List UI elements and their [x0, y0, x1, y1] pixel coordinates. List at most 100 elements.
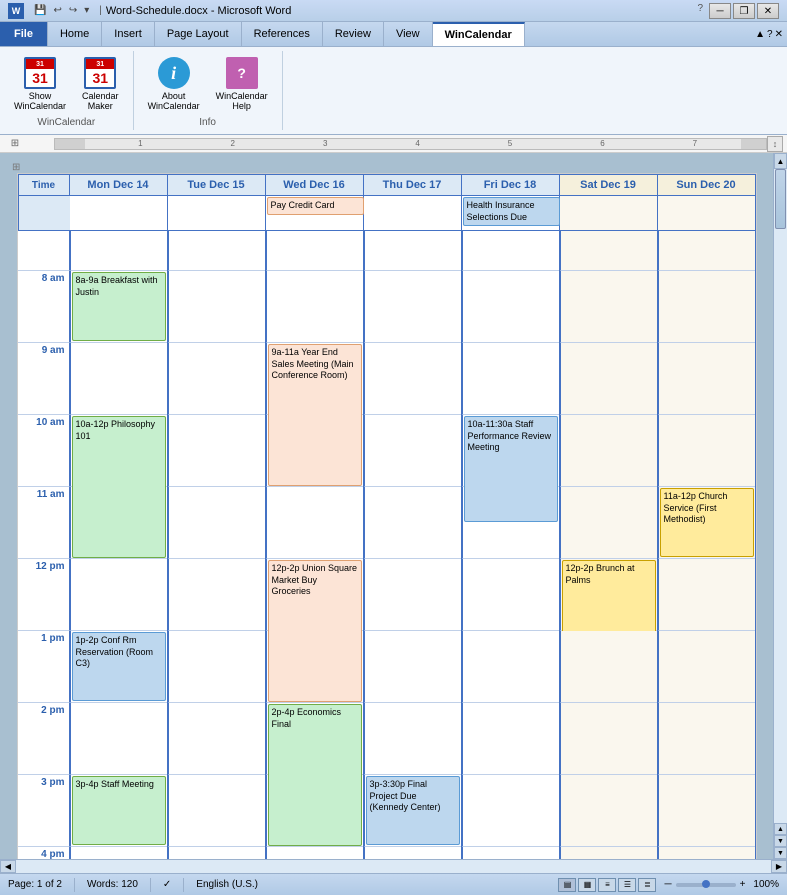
event-breakfast-justin[interactable]: 8a-9a Breakfast with Justin: [72, 272, 166, 341]
help-icon[interactable]: ?: [693, 3, 707, 19]
mon-row-10am[interactable]: 10a-12p Philosophy 101: [70, 415, 167, 487]
ribbon-help-btn[interactable]: ▲: [755, 29, 765, 40]
fri-row-9am[interactable]: [462, 343, 559, 415]
scroll-prev-btn[interactable]: ▲: [774, 823, 787, 835]
event-final-project[interactable]: 3p-3:30p Final Project Due (Kennedy Cent…: [366, 776, 460, 845]
wed-row-11am[interactable]: [266, 487, 363, 559]
mon-row-11am[interactable]: [70, 487, 167, 559]
fri-row-3pm[interactable]: [462, 775, 559, 847]
wed-row-3pm[interactable]: [266, 775, 363, 847]
wed-row-4pm[interactable]: [266, 847, 363, 859]
sat-row-10am[interactable]: [560, 415, 657, 487]
ruler-corner[interactable]: ↕: [767, 136, 783, 152]
sat-row-12pm[interactable]: 12p-2p Brunch at Palms: [560, 559, 657, 631]
ribbon-close-btn[interactable]: ✕: [775, 29, 783, 40]
tab-page-layout[interactable]: Page Layout: [155, 22, 242, 46]
thu-row-8am[interactable]: [364, 271, 461, 343]
scroll-thumb[interactable]: [775, 169, 786, 229]
mon-row-12pm[interactable]: [70, 559, 167, 631]
fri-row-12pm[interactable]: [462, 559, 559, 631]
sat-row-8am[interactable]: [560, 271, 657, 343]
mon-row-1pm[interactable]: 1p-2p Conf Rm Reservation (Room C3): [70, 631, 167, 703]
wed-row-1pm[interactable]: [266, 631, 363, 703]
mon-row-3pm[interactable]: 3p-4p Staff Meeting: [70, 775, 167, 847]
fri-row-10am[interactable]: 10a-11:30a Staff Performance Review Meet…: [462, 415, 559, 487]
scroll-track[interactable]: [774, 169, 787, 823]
mon-row-9am[interactable]: [70, 343, 167, 415]
undo-qa-btn[interactable]: ↩: [51, 4, 63, 17]
thu-row-2pm[interactable]: [364, 703, 461, 775]
sun-row-8am[interactable]: [658, 271, 755, 343]
thu-row-top[interactable]: [364, 231, 461, 271]
sun-row-3pm[interactable]: [658, 775, 755, 847]
minimize-button[interactable]: ─: [709, 3, 731, 19]
wed-row-8am[interactable]: [266, 271, 363, 343]
sun-row-11am[interactable]: 11a-12p Church Service (First Methodist): [658, 487, 755, 559]
restore-button[interactable]: ❐: [733, 3, 755, 19]
event-church-service[interactable]: 11a-12p Church Service (First Methodist): [660, 488, 754, 557]
mon-row-4pm[interactable]: [70, 847, 167, 859]
scroll-next-btn[interactable]: ▼: [774, 835, 787, 847]
wed-row-2pm[interactable]: 2p-4p Economics Final: [266, 703, 363, 775]
sun-row-9am[interactable]: [658, 343, 755, 415]
event-conf-rm[interactable]: 1p-2p Conf Rm Reservation (Room C3): [72, 632, 166, 701]
fri-row-top[interactable]: [462, 231, 559, 271]
event-health-insurance[interactable]: Health Insurance Selections Due: [463, 197, 560, 226]
tue-row-9am[interactable]: [168, 343, 265, 415]
sat-row-9am[interactable]: [560, 343, 657, 415]
fri-row-11am[interactable]: [462, 487, 559, 559]
customize-qa-btn[interactable]: ▾: [82, 4, 91, 17]
horizontal-scrollbar[interactable]: ◀ ▶: [0, 859, 787, 873]
ruler-icon[interactable]: ⊞: [4, 138, 26, 149]
calendar-maker-button[interactable]: 31 31 CalendarMaker: [76, 55, 125, 113]
sun-row-2pm[interactable]: [658, 703, 755, 775]
scroll-up-arrow[interactable]: ▲: [774, 153, 787, 169]
mon-row-top[interactable]: [70, 231, 167, 271]
scroll-right-arrow[interactable]: ▶: [771, 860, 787, 873]
sun-row-1pm[interactable]: [658, 631, 755, 703]
thu-row-12pm[interactable]: [364, 559, 461, 631]
tue-row-8am[interactable]: [168, 271, 265, 343]
redo-qa-btn[interactable]: ↪: [67, 4, 79, 17]
sun-row-4pm[interactable]: [658, 847, 755, 859]
tue-row-11am[interactable]: [168, 487, 265, 559]
thu-row-10am[interactable]: [364, 415, 461, 487]
sat-row-4pm[interactable]: [560, 847, 657, 859]
tue-row-4pm[interactable]: [168, 847, 265, 859]
thu-row-4pm[interactable]: [364, 847, 461, 859]
wed-row-top[interactable]: [266, 231, 363, 271]
tue-row-3pm[interactable]: [168, 775, 265, 847]
scroll-left-arrow[interactable]: ◀: [0, 860, 16, 873]
fri-row-1pm[interactable]: [462, 631, 559, 703]
fri-row-2pm[interactable]: [462, 703, 559, 775]
tue-row-10am[interactable]: [168, 415, 265, 487]
fri-row-8am[interactable]: [462, 271, 559, 343]
tab-view[interactable]: View: [384, 22, 433, 46]
wed-row-9am[interactable]: 9a-11a Year End Sales Meeting (Main Conf…: [266, 343, 363, 415]
thu-row-11am[interactable]: [364, 487, 461, 559]
scroll-down-arrow[interactable]: ▼: [774, 847, 787, 859]
tue-row-top[interactable]: [168, 231, 265, 271]
save-qa-btn[interactable]: 💾: [32, 4, 48, 17]
tab-insert[interactable]: Insert: [102, 22, 155, 46]
thu-row-9am[interactable]: [364, 343, 461, 415]
tue-row-2pm[interactable]: [168, 703, 265, 775]
event-pay-credit-card[interactable]: Pay Credit Card: [267, 197, 364, 215]
close-button[interactable]: ✕: [757, 3, 779, 19]
sun-row-10am[interactable]: [658, 415, 755, 487]
tab-wincalendar[interactable]: WinCalendar: [433, 22, 525, 46]
about-wincalendar-button[interactable]: i AboutWinCalendar: [142, 55, 206, 113]
tue-row-12pm[interactable]: [168, 559, 265, 631]
tue-row-1pm[interactable]: [168, 631, 265, 703]
sat-row-2pm[interactable]: [560, 703, 657, 775]
event-staff-meeting[interactable]: 3p-4p Staff Meeting: [72, 776, 166, 845]
sat-row-3pm[interactable]: [560, 775, 657, 847]
tab-home[interactable]: Home: [48, 22, 102, 46]
sat-row-1pm[interactable]: [560, 631, 657, 703]
wed-row-12pm[interactable]: 12p-2p Union Square Market Buy Groceries: [266, 559, 363, 631]
tab-references[interactable]: References: [242, 22, 323, 46]
sun-row-top[interactable]: [658, 231, 755, 271]
h-scroll-track[interactable]: [16, 860, 771, 873]
sat-row-top[interactable]: [560, 231, 657, 271]
tab-file[interactable]: File: [0, 22, 48, 46]
